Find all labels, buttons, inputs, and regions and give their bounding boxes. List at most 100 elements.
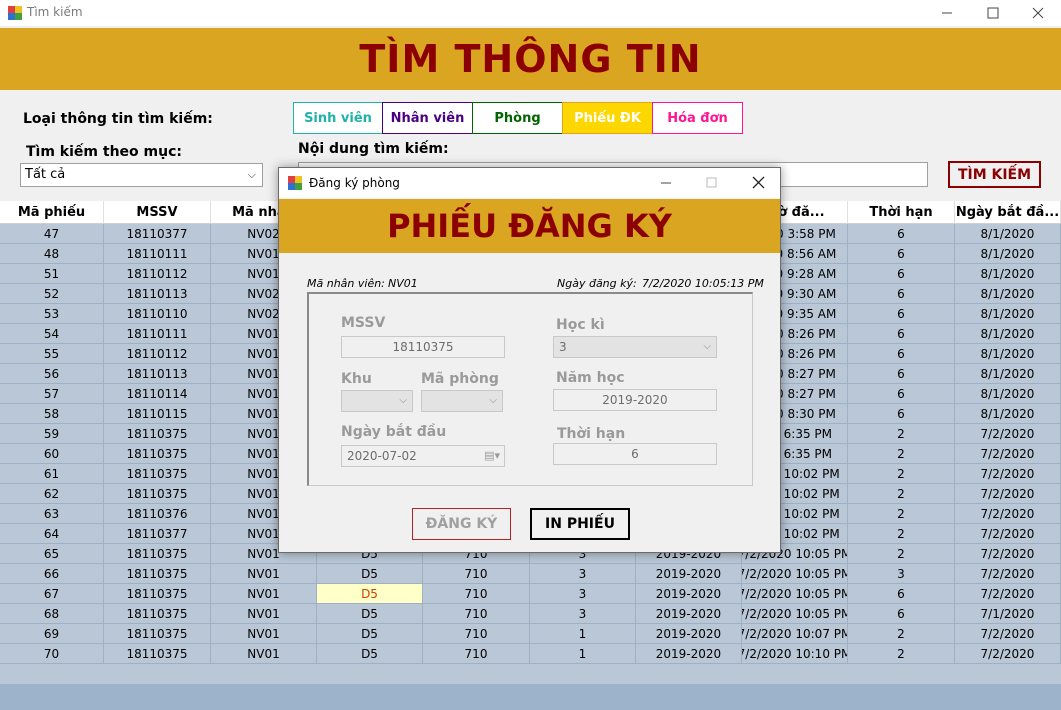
table-cell[interactable]: 8/1/2020	[955, 224, 1061, 244]
table-cell[interactable]: 7/2/2020	[955, 524, 1061, 544]
table-row[interactable]: 68 18110375 NV01 D5 710 3 2019-2020 7/2/2020 10…	[0, 604, 1061, 624]
table-cell[interactable]: 710	[423, 584, 530, 604]
table-cell[interactable]: 2019-2020	[636, 604, 742, 624]
table-cell[interactable]: 7/2/2020	[955, 424, 1061, 444]
table-cell[interactable]: 18110112	[104, 344, 211, 364]
column-header[interactable]: Mã phiếu	[0, 201, 104, 223]
table-cell[interactable]: 6	[848, 284, 955, 304]
table-cell[interactable]: 7/2/2020	[955, 564, 1061, 584]
table-cell[interactable]: 8/1/2020	[955, 284, 1061, 304]
table-cell[interactable]: NV01	[211, 564, 317, 584]
table-cell[interactable]: 2019-2020	[636, 564, 742, 584]
table-cell[interactable]: 18110377	[104, 524, 211, 544]
table-cell[interactable]: 6	[848, 364, 955, 384]
close-button[interactable]	[1015, 0, 1061, 26]
search-button[interactable]: TÌM KIẾM	[948, 161, 1041, 188]
table-cell[interactable]: 6	[848, 224, 955, 244]
table-cell[interactable]: 18110375	[104, 584, 211, 604]
dialog-minimize-icon[interactable]	[660, 177, 672, 189]
column-header[interactable]: Thời hạn	[848, 201, 955, 223]
table-cell[interactable]: 7/2/2020 10:05 PM	[742, 584, 848, 604]
minimize-button[interactable]	[924, 0, 970, 26]
type-button-phong[interactable]: Phòng	[472, 102, 563, 134]
table-cell[interactable]: 8/1/2020	[955, 324, 1061, 344]
table-cell[interactable]: 6	[848, 404, 955, 424]
table-cell[interactable]: 7/2/2020 10:10 PM	[742, 644, 848, 664]
table-row[interactable]: 70 18110375 NV01 D5 710 1 2019-2020 7/2/2020 10…	[0, 644, 1061, 664]
table-cell[interactable]: 710	[423, 624, 530, 644]
table-cell[interactable]: 18110375	[104, 644, 211, 664]
table-cell[interactable]: 8/1/2020	[955, 384, 1061, 404]
table-cell[interactable]: 7/2/2020	[955, 464, 1061, 484]
table-cell[interactable]: 2	[848, 424, 955, 444]
table-cell[interactable]: 55	[0, 344, 104, 364]
table-cell[interactable]: 2	[848, 644, 955, 664]
table-cell[interactable]: 18110114	[104, 384, 211, 404]
table-cell[interactable]: 3	[848, 564, 955, 584]
table-cell[interactable]: 7/2/2020	[955, 624, 1061, 644]
table-cell[interactable]: 8/1/2020	[955, 244, 1061, 264]
table-cell[interactable]: 18110113	[104, 284, 211, 304]
type-button-nhan-vien[interactable]: Nhân viên	[382, 102, 473, 134]
table-row[interactable]: 66 18110375 NV01 D5 710 3 2019-2020 7/2/2020 10…	[0, 564, 1061, 584]
table-cell[interactable]: 710	[423, 564, 530, 584]
table-cell[interactable]: NV01	[211, 604, 317, 624]
table-cell[interactable]: 7/1/2020	[955, 604, 1061, 624]
table-cell[interactable]: 2019-2020	[636, 644, 742, 664]
table-cell[interactable]: 8/1/2020	[955, 304, 1061, 324]
table-cell[interactable]: 7/2/2020	[955, 584, 1061, 604]
table-cell[interactable]: 8/1/2020	[955, 344, 1061, 364]
table-cell[interactable]: 3	[530, 564, 636, 584]
table-cell[interactable]: D5	[317, 624, 423, 644]
type-button-hoa-don[interactable]: Hóa đơn	[652, 102, 743, 134]
table-cell[interactable]: 3	[530, 604, 636, 624]
table-cell[interactable]: 18110375	[104, 464, 211, 484]
table-cell[interactable]: 64	[0, 524, 104, 544]
table-row[interactable]: 67 18110375 NV01 D5 710 3 2019-2020 7/2/2020 10…	[0, 584, 1061, 604]
table-cell[interactable]: 1	[530, 624, 636, 644]
table-cell[interactable]: 47	[0, 224, 104, 244]
table-cell[interactable]: NV01	[211, 584, 317, 604]
table-cell[interactable]: 7/2/2020 10:05 PM	[742, 564, 848, 584]
table-cell[interactable]: 56	[0, 364, 104, 384]
table-cell[interactable]: 710	[423, 644, 530, 664]
table-cell[interactable]: 68	[0, 604, 104, 624]
print-button[interactable]: IN PHIẾU	[530, 508, 630, 540]
table-cell[interactable]: 18110113	[104, 364, 211, 384]
table-cell[interactable]: 7/2/2020	[955, 504, 1061, 524]
table-cell[interactable]: 18110110	[104, 304, 211, 324]
dialog-close-icon[interactable]	[752, 176, 765, 189]
table-cell[interactable]: 6	[848, 604, 955, 624]
table-cell[interactable]: 53	[0, 304, 104, 324]
table-cell[interactable]: 2	[848, 464, 955, 484]
column-header[interactable]: MSSV	[104, 201, 211, 223]
table-cell[interactable]: 18110111	[104, 244, 211, 264]
table-cell[interactable]: 18110375	[104, 564, 211, 584]
table-cell[interactable]: 2	[848, 444, 955, 464]
table-cell[interactable]: 69	[0, 624, 104, 644]
table-cell[interactable]: 18110112	[104, 264, 211, 284]
table-cell[interactable]: 7/2/2020	[955, 484, 1061, 504]
table-cell[interactable]: 48	[0, 244, 104, 264]
table-cell[interactable]: 67	[0, 584, 104, 604]
table-cell[interactable]: 63	[0, 504, 104, 524]
maximize-button[interactable]	[970, 0, 1016, 26]
table-cell[interactable]: 7/2/2020	[955, 444, 1061, 464]
table-cell[interactable]: 2	[848, 504, 955, 524]
table-row[interactable]: 69 18110375 NV01 D5 710 1 2019-2020 7/2/2020 10…	[0, 624, 1061, 644]
table-cell[interactable]: 60	[0, 444, 104, 464]
register-button[interactable]: ĐĂNG KÝ	[412, 508, 511, 540]
table-cell[interactable]: 6	[848, 304, 955, 324]
table-cell[interactable]: 18110375	[104, 624, 211, 644]
table-cell[interactable]: 18110111	[104, 324, 211, 344]
table-cell[interactable]: 7/2/2020 10:07 PM	[742, 624, 848, 644]
table-cell[interactable]: 57	[0, 384, 104, 404]
table-cell[interactable]: 2	[848, 524, 955, 544]
table-cell[interactable]: 7/2/2020	[955, 544, 1061, 564]
table-cell[interactable]: D5	[317, 564, 423, 584]
table-cell[interactable]: D5	[317, 644, 423, 664]
table-cell[interactable]: 6	[848, 244, 955, 264]
table-cell[interactable]: 6	[848, 584, 955, 604]
table-cell[interactable]: 61	[0, 464, 104, 484]
table-cell[interactable]: 8/1/2020	[955, 264, 1061, 284]
